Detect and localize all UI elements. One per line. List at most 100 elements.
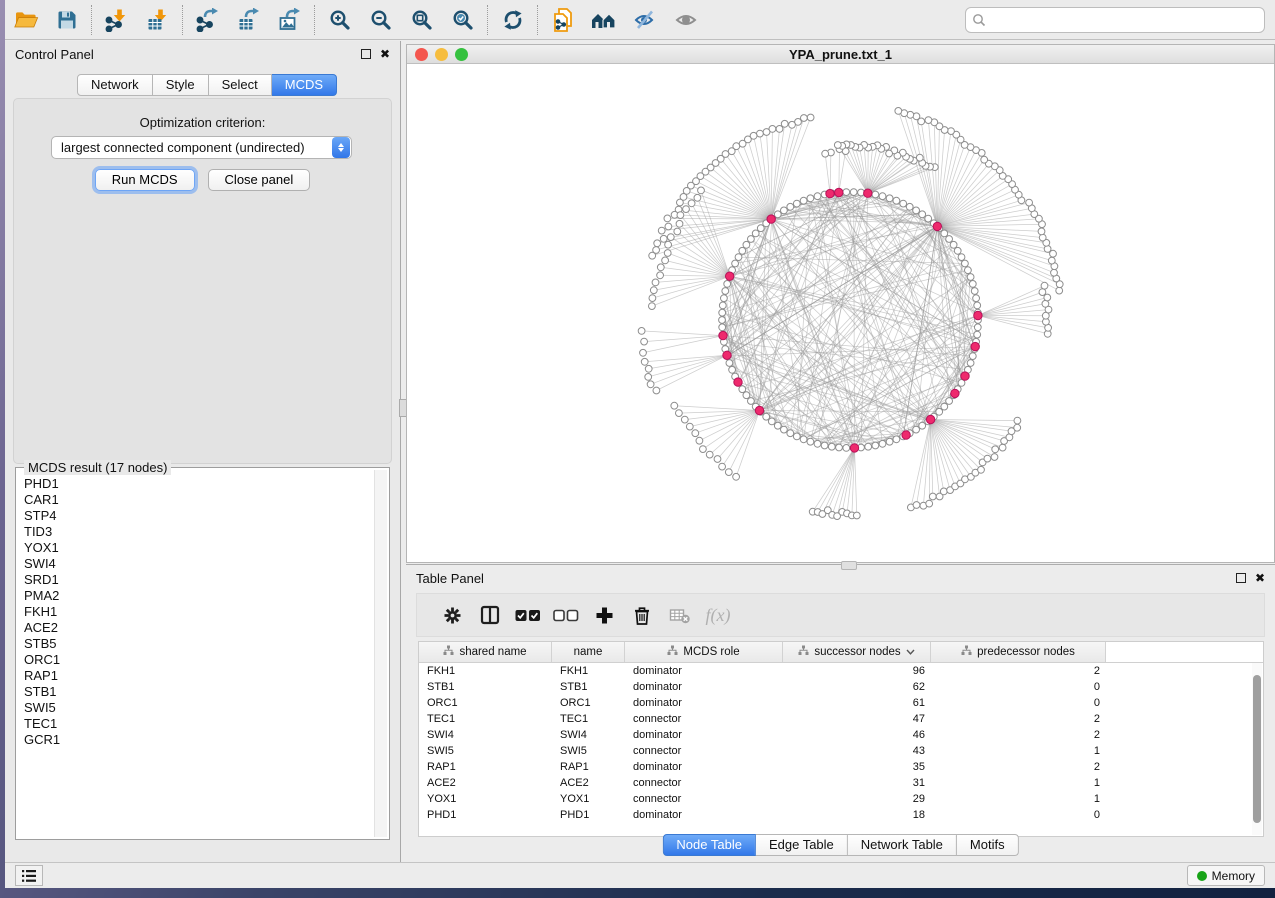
graph-leaf-node[interactable] [641, 338, 648, 345]
graph-leaf-node[interactable] [807, 114, 814, 121]
table-cell[interactable]: YOX1 [419, 793, 552, 805]
table-cell[interactable]: 2 [931, 665, 1106, 677]
mcds-result-item[interactable]: CAR1 [24, 492, 368, 508]
graph-node[interactable] [729, 366, 736, 373]
mcds-node[interactable] [734, 378, 742, 386]
graph-leaf-node[interactable] [645, 374, 652, 381]
float-panel-icon[interactable] [361, 49, 371, 59]
mcds-node[interactable] [974, 311, 982, 319]
mcds-result-item[interactable]: ORC1 [24, 652, 368, 668]
graph-leaf-node[interactable] [925, 117, 932, 124]
network-graph[interactable] [407, 64, 1274, 562]
export-network-icon[interactable] [187, 3, 228, 37]
graph-node[interactable] [743, 241, 750, 248]
graph-node[interactable] [836, 444, 843, 451]
graph-leaf-node[interactable] [692, 430, 699, 437]
export-table-icon[interactable] [228, 3, 269, 37]
mcds-node[interactable] [971, 342, 979, 350]
deselect-all-icon[interactable] [547, 597, 585, 633]
graph-node[interactable] [719, 309, 726, 316]
share-document-icon[interactable] [542, 3, 583, 37]
graph-node[interactable] [941, 230, 948, 237]
graph-leaf-node[interactable] [999, 444, 1006, 451]
table-cell[interactable]: connector [625, 745, 783, 757]
save-icon[interactable] [46, 3, 87, 37]
graph-node[interactable] [781, 426, 788, 433]
mcds-result-item[interactable]: SRD1 [24, 572, 368, 588]
import-network-icon[interactable] [96, 3, 137, 37]
graph-leaf-node[interactable] [992, 446, 999, 453]
graph-node[interactable] [828, 443, 835, 450]
zoom-out-icon[interactable] [360, 3, 401, 37]
graph-node[interactable] [793, 433, 800, 440]
graph-node[interactable] [941, 403, 948, 410]
graph-node[interactable] [768, 418, 775, 425]
close-panel-icon[interactable]: ✖ [380, 49, 390, 59]
table-row[interactable]: TEC1TEC1connector472 [419, 711, 1263, 727]
mcds-node[interactable] [723, 351, 731, 359]
graph-node[interactable] [781, 207, 788, 214]
table-cell[interactable]: dominator [625, 761, 783, 773]
memory-button[interactable]: Memory [1187, 865, 1265, 886]
table-cell[interactable]: dominator [625, 809, 783, 821]
graph-leaf-node[interactable] [686, 423, 693, 430]
graph-node[interactable] [967, 360, 974, 367]
table-cell[interactable]: 1 [931, 793, 1106, 805]
graph-node[interactable] [807, 438, 814, 445]
mcds-result-item[interactable]: GCR1 [24, 732, 368, 748]
graph-node[interactable] [913, 207, 920, 214]
column-header-shared-name[interactable]: shared name [419, 642, 552, 662]
graph-leaf-node[interactable] [676, 220, 683, 227]
graph-leaf-node[interactable] [981, 156, 988, 163]
graph-leaf-node[interactable] [650, 287, 657, 294]
tab-style[interactable]: Style [153, 74, 209, 96]
mcds-result-item[interactable]: TID3 [24, 524, 368, 540]
graph-leaf-node[interactable] [714, 456, 721, 463]
tab-network-table[interactable]: Network Table [848, 834, 957, 856]
float-table-panel-icon[interactable] [1236, 573, 1246, 583]
graph-leaf-node[interactable] [652, 279, 659, 286]
zoom-fit-icon[interactable] [401, 3, 442, 37]
table-cell[interactable]: SWI4 [419, 729, 552, 741]
search-field[interactable] [965, 7, 1265, 33]
graph-leaf-node[interactable] [1026, 199, 1033, 206]
tab-network[interactable]: Network [77, 74, 153, 96]
graph-leaf-node[interactable] [822, 150, 829, 157]
graph-leaf-node[interactable] [653, 387, 660, 394]
graph-node[interactable] [872, 442, 879, 449]
graph-leaf-node[interactable] [948, 128, 955, 135]
table-cell[interactable]: dominator [625, 665, 783, 677]
graph-leaf-node[interactable] [1014, 417, 1021, 424]
table-cell[interactable]: ACE2 [419, 777, 552, 789]
graph-leaf-node[interactable] [641, 358, 648, 365]
graph-node[interactable] [974, 324, 981, 331]
graph-leaf-node[interactable] [638, 328, 645, 335]
mcds-node[interactable] [864, 189, 872, 197]
table-cell[interactable]: connector [625, 777, 783, 789]
tab-motifs[interactable]: Motifs [957, 834, 1019, 856]
graph-leaf-node[interactable] [991, 454, 998, 461]
table-cell[interactable]: SWI4 [552, 729, 625, 741]
graph-node[interactable] [965, 267, 972, 274]
table-cell[interactable]: SWI5 [552, 745, 625, 757]
table-cell[interactable]: ORC1 [419, 697, 552, 709]
graph-leaf-node[interactable] [739, 140, 746, 147]
mcds-result-item[interactable]: STB1 [24, 684, 368, 700]
table-cell[interactable]: 43 [783, 745, 931, 757]
mcds-result-scrollbar[interactable] [374, 470, 387, 837]
graph-node[interactable] [843, 189, 850, 196]
graph-leaf-node[interactable] [1038, 228, 1045, 235]
graph-leaf-node[interactable] [978, 466, 985, 473]
table-cell[interactable]: PHD1 [552, 809, 625, 821]
graph-leaf-node[interactable] [683, 206, 690, 213]
table-cell[interactable]: TEC1 [552, 713, 625, 725]
mcds-node[interactable] [767, 215, 775, 223]
graph-node[interactable] [962, 260, 969, 267]
table-cell[interactable]: 46 [783, 729, 931, 741]
run-mcds-button[interactable]: Run MCDS [95, 169, 195, 191]
table-cell[interactable]: 31 [783, 777, 931, 789]
graph-leaf-node[interactable] [649, 295, 656, 302]
graph-node[interactable] [719, 324, 726, 331]
graph-node[interactable] [906, 203, 913, 210]
zoom-in-icon[interactable] [319, 3, 360, 37]
